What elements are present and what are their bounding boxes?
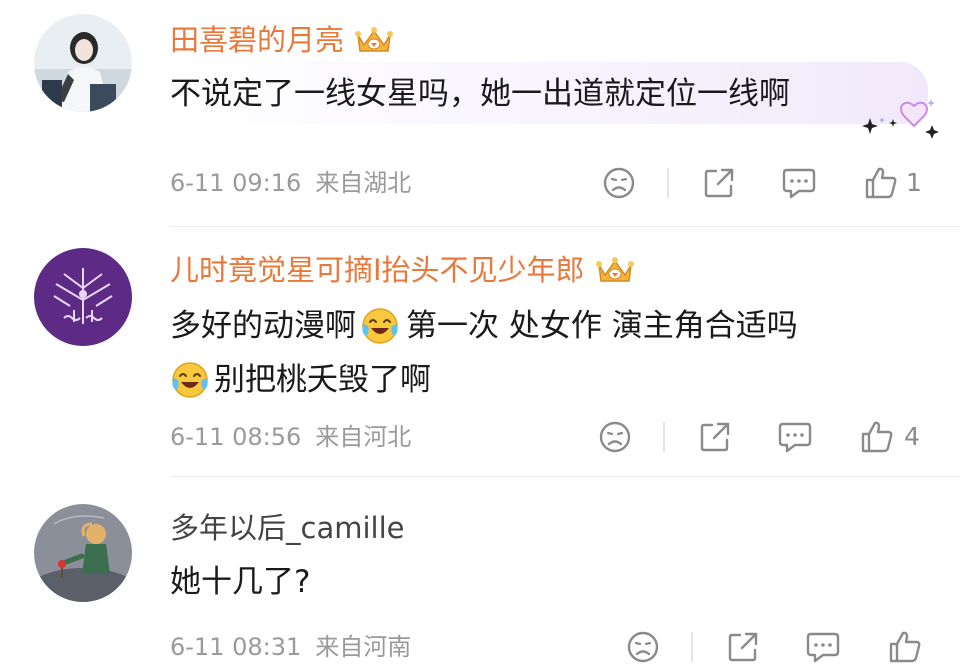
comment-location: 来自湖北 xyxy=(315,169,412,197)
comment-date: 6-11 08:56 xyxy=(170,423,302,451)
avatar[interactable] xyxy=(34,504,132,602)
like-icon xyxy=(889,631,921,663)
action-separator xyxy=(667,168,669,198)
share-icon xyxy=(728,632,758,662)
share-button[interactable] xyxy=(696,418,734,456)
crown-badge-icon xyxy=(354,25,394,55)
dislike-button[interactable] xyxy=(596,418,634,456)
reply-button[interactable] xyxy=(804,628,842,666)
like-button[interactable] xyxy=(886,628,924,666)
comment-item: 儿时竟觉星可摘I抬头不见少年郎 多好的动漫啊 第一次 处女作 演主角合适吗 别把… xyxy=(0,230,960,480)
reply-icon xyxy=(778,422,812,453)
comment-text-line: 别把桃夭毁了啊 xyxy=(170,358,431,402)
like-button[interactable] xyxy=(858,418,896,456)
username[interactable]: 田喜碧的月亮 xyxy=(170,20,394,60)
dislike-button[interactable] xyxy=(624,628,662,666)
comment-location: 来自河南 xyxy=(315,633,412,661)
share-icon xyxy=(700,422,730,452)
comment-date: 6-11 09:16 xyxy=(170,169,302,197)
action-separator xyxy=(691,632,693,662)
share-button[interactable] xyxy=(700,164,738,202)
avatar[interactable] xyxy=(34,248,132,346)
comment-date: 6-11 08:31 xyxy=(170,633,302,661)
comment-meta: 6-11 09:16 来自湖北 xyxy=(170,168,425,198)
dislike-icon xyxy=(599,421,631,453)
username-text: 多年以后_camille xyxy=(170,511,405,545)
reply-button[interactable] xyxy=(776,418,814,456)
action-separator xyxy=(663,422,665,452)
comment-location: 来自河北 xyxy=(315,423,412,451)
like-count: 4 xyxy=(904,422,920,451)
like-button[interactable] xyxy=(862,164,900,202)
comment-text: 不说定了一线女星吗，她一出道就定位一线啊 xyxy=(170,76,790,112)
laugh-cry-emoji-icon xyxy=(170,360,210,400)
username[interactable]: 儿时竟觉星可摘I抬头不见少年郎 xyxy=(170,250,635,290)
avatar[interactable] xyxy=(34,14,132,112)
dislike-icon xyxy=(603,167,635,199)
like-count: 1 xyxy=(906,168,922,197)
share-button[interactable] xyxy=(724,628,762,666)
laugh-cry-emoji-icon xyxy=(360,306,400,346)
heart-sparkle-icon xyxy=(862,99,939,139)
divider xyxy=(170,476,960,477)
dislike-icon xyxy=(627,631,659,663)
comment-text-line: 多好的动漫啊 第一次 处女作 演主角合适吗 xyxy=(170,306,798,346)
crown-badge-icon xyxy=(595,255,635,285)
username-text: 儿时竟觉星可摘I抬头不见少年郎 xyxy=(170,253,585,287)
dislike-button[interactable] xyxy=(600,164,638,202)
username-text: 田喜碧的月亮 xyxy=(170,23,345,57)
like-icon xyxy=(865,167,897,199)
comment-item: 多年以后_camille 她十几了? 6-11 08:31 来自河南 xyxy=(0,480,960,668)
like-icon xyxy=(861,421,893,453)
comment-text: 她十几了? xyxy=(170,564,311,600)
reply-icon xyxy=(782,168,816,199)
divider xyxy=(170,226,960,227)
comment-item: 田喜碧的月亮 不说定了一线女星吗，她一出道就定位一线啊 6-11 09:16 来自… xyxy=(0,0,960,230)
comment-meta: 6-11 08:56 来自河北 xyxy=(170,422,425,452)
reply-button[interactable] xyxy=(780,164,818,202)
reply-icon xyxy=(806,632,840,663)
comment-meta: 6-11 08:31 来自河南 xyxy=(170,632,425,662)
share-icon xyxy=(704,168,734,198)
username[interactable]: 多年以后_camille xyxy=(170,508,404,548)
